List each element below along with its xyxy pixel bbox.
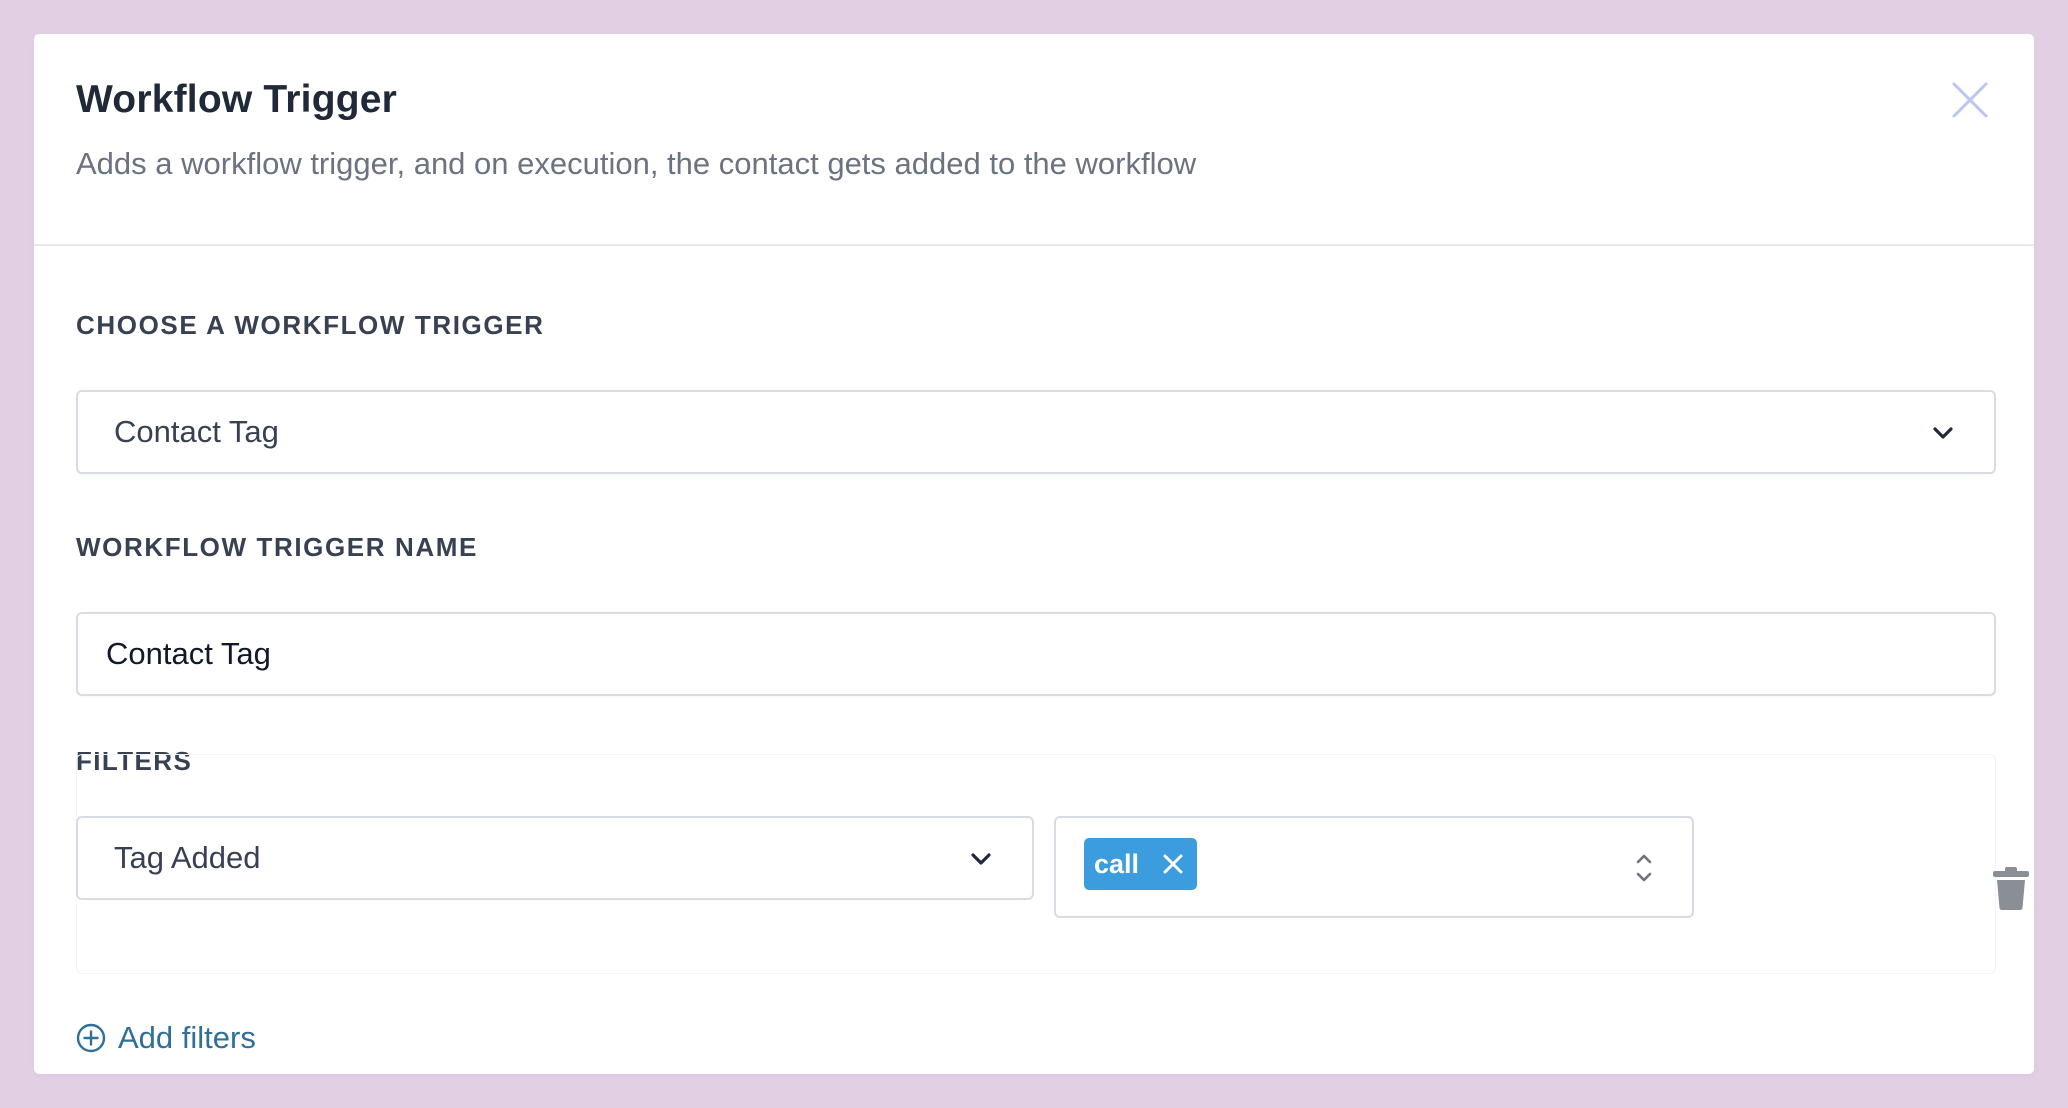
close-icon[interactable] — [1161, 852, 1185, 876]
close-icon — [1952, 82, 1988, 118]
modal-subtitle: Adds a workflow trigger, and on executio… — [76, 146, 1197, 181]
filter-condition-select[interactable]: Tag Added — [76, 816, 1034, 900]
trigger-name-value: Contact Tag — [106, 636, 271, 671]
trigger-select-label: CHOOSE A WORKFLOW TRIGGER — [76, 310, 545, 340]
chevron-down-icon — [971, 853, 991, 865]
chevron-down-icon — [1933, 427, 1953, 439]
trash-icon[interactable] — [1992, 866, 2030, 910]
chevron-up-down-icon — [1636, 854, 1652, 882]
filter-tags-select[interactable]: call — [1054, 816, 1694, 918]
add-filters-button[interactable]: Add filters — [76, 1020, 256, 1056]
trigger-name-label: WORKFLOW TRIGGER NAME — [76, 532, 478, 562]
workflow-trigger-modal: Workflow Trigger Adds a workflow trigger… — [34, 34, 2034, 1074]
modal-title: Workflow Trigger — [76, 78, 398, 121]
trigger-name-input[interactable]: Contact Tag — [76, 612, 1996, 696]
plus-circle-icon — [76, 1023, 106, 1053]
close-button[interactable] — [1948, 78, 1992, 122]
trigger-select[interactable]: Contact Tag — [76, 390, 1996, 474]
add-filters-label: Add filters — [118, 1020, 256, 1055]
modal-header: Workflow Trigger Adds a workflow trigger… — [34, 34, 2034, 246]
tag-chip: call — [1084, 838, 1198, 890]
filter-condition-value: Tag Added — [114, 840, 261, 875]
trigger-select-value: Contact Tag — [114, 414, 279, 449]
tag-chip-label: call — [1094, 848, 1140, 879]
